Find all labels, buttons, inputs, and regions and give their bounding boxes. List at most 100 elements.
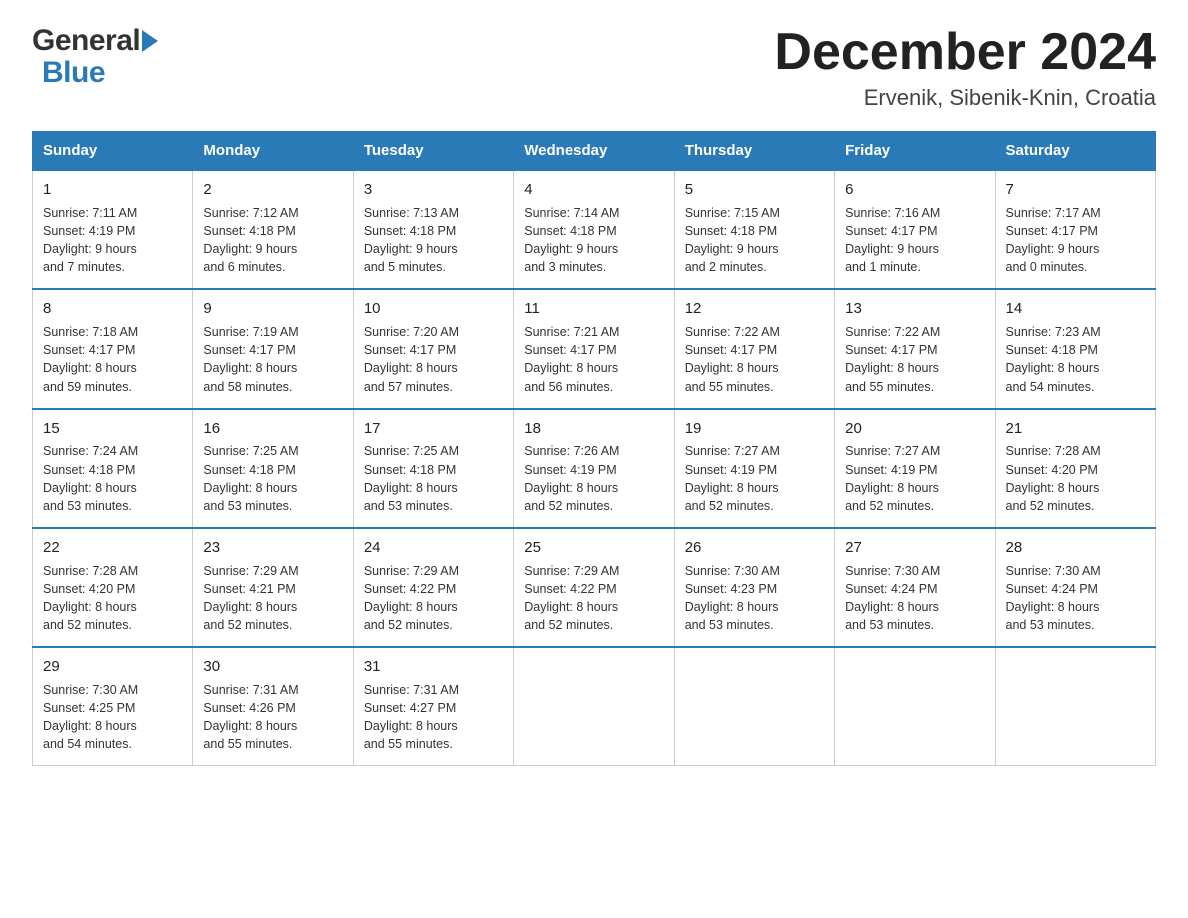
weekday-header-tuesday: Tuesday [353,132,513,171]
calendar-cell: 11 Sunrise: 7:21 AMSunset: 4:17 PMDayligh… [514,289,674,408]
day-info: Sunrise: 7:27 AMSunset: 4:19 PMDaylight:… [685,442,824,515]
day-info: Sunrise: 7:26 AMSunset: 4:19 PMDaylight:… [524,442,663,515]
calendar-cell: 8Sunrise: 7:18 AMSunset: 4:17 PMDaylight… [33,289,193,408]
day-info: Sunrise: 7:31 AMSunset: 4:26 PMDaylight:… [203,681,342,754]
calendar-cell: 20Sunrise: 7:27 AMSunset: 4:19 PMDayligh… [835,409,995,528]
weekday-header-sunday: Sunday [33,132,193,171]
day-info: Sunrise: 7:13 AMSunset: 4:18 PMDaylight:… [364,204,503,277]
day-number: 25 [524,537,663,559]
calendar-cell: 6 Sunrise: 7:16 AMSunset: 4:17 PMDaylight… [835,170,995,289]
calendar-cell: 19Sunrise: 7:27 AMSunset: 4:19 PMDayligh… [674,409,834,528]
calendar-cell: 22Sunrise: 7:28 AMSunset: 4:20 PMDayligh… [33,528,193,647]
day-number: 9 [203,298,342,320]
day-number: 22 [43,537,182,559]
day-number: 13 [845,298,984,320]
calendar-cell: 23 Sunrise: 7:29 AMSunset: 4:21 PMDayligh… [193,528,353,647]
day-number: 18 [524,418,663,440]
calendar-week-row-1: 1Sunrise: 7:11 AMSunset: 4:19 PMDaylight… [33,170,1156,289]
logo-blue-text: Blue [42,56,105,89]
day-number: 19 [685,418,824,440]
calendar-cell: 13 Sunrise: 7:22 AMSunset: 4:17 PMDayligh… [835,289,995,408]
calendar-cell: 14 Sunrise: 7:23 AMSunset: 4:18 PMDayligh… [995,289,1155,408]
calendar-table: SundayMondayTuesdayWednesdayThursdayFrid… [32,131,1156,766]
day-info: Sunrise: 7:24 AMSunset: 4:18 PMDaylight:… [43,442,182,515]
calendar-cell: 10Sunrise: 7:20 AMSunset: 4:17 PMDayligh… [353,289,513,408]
weekday-header-thursday: Thursday [674,132,834,171]
day-info: Sunrise: 7:22 AMSunset: 4:17 PMDaylight:… [685,323,824,396]
calendar-cell: 5 Sunrise: 7:15 AMSunset: 4:18 PMDaylight… [674,170,834,289]
day-info: Sunrise: 7:30 AMSunset: 4:23 PMDaylight:… [685,562,824,635]
day-number: 27 [845,537,984,559]
day-number: 7 [1006,179,1145,201]
day-number: 24 [364,537,503,559]
day-info: Sunrise: 7:28 AMSunset: 4:20 PMDaylight:… [1006,442,1145,515]
weekday-header-saturday: Saturday [995,132,1155,171]
day-info: Sunrise: 7:15 AMSunset: 4:18 PMDaylight:… [685,204,824,277]
calendar-week-row-4: 22Sunrise: 7:28 AMSunset: 4:20 PMDayligh… [33,528,1156,647]
day-number: 29 [43,656,182,678]
day-number: 31 [364,656,503,678]
day-number: 17 [364,418,503,440]
logo: General Blue [32,24,158,90]
calendar-location: Ervenik, Sibenik-Knin, Croatia [774,85,1156,111]
calendar-cell: 16Sunrise: 7:25 AMSunset: 4:18 PMDayligh… [193,409,353,528]
calendar-cell [995,647,1155,766]
day-info: Sunrise: 7:25 AMSunset: 4:18 PMDaylight:… [203,442,342,515]
calendar-cell [514,647,674,766]
calendar-cell: 17Sunrise: 7:25 AMSunset: 4:18 PMDayligh… [353,409,513,528]
page-header: General Blue December 2024 Ervenik, Sibe… [32,24,1156,111]
logo-general-text: General [32,24,140,58]
calendar-cell [674,647,834,766]
day-number: 1 [43,179,182,201]
day-info: Sunrise: 7:20 AMSunset: 4:17 PMDaylight:… [364,323,503,396]
day-info: Sunrise: 7:14 AMSunset: 4:18 PMDaylight:… [524,204,663,277]
calendar-week-row-3: 15Sunrise: 7:24 AMSunset: 4:18 PMDayligh… [33,409,1156,528]
calendar-cell: 30 Sunrise: 7:31 AMSunset: 4:26 PMDayligh… [193,647,353,766]
calendar-cell: 18Sunrise: 7:26 AMSunset: 4:19 PMDayligh… [514,409,674,528]
day-number: 30 [203,656,342,678]
weekday-header-row: SundayMondayTuesdayWednesdayThursdayFrid… [33,132,1156,171]
day-number: 4 [524,179,663,201]
calendar-cell: 26 Sunrise: 7:30 AMSunset: 4:23 PMDayligh… [674,528,834,647]
day-info: Sunrise: 7:16 AMSunset: 4:17 PMDaylight:… [845,204,984,277]
day-info: Sunrise: 7:17 AMSunset: 4:17 PMDaylight:… [1006,204,1145,277]
day-number: 21 [1006,418,1145,440]
day-number: 14 [1006,298,1145,320]
calendar-cell: 9 Sunrise: 7:19 AMSunset: 4:17 PMDaylight… [193,289,353,408]
calendar-cell [835,647,995,766]
day-info: Sunrise: 7:31 AMSunset: 4:27 PMDaylight:… [364,681,503,754]
calendar-cell: 4 Sunrise: 7:14 AMSunset: 4:18 PMDaylight… [514,170,674,289]
calendar-cell: 15Sunrise: 7:24 AMSunset: 4:18 PMDayligh… [33,409,193,528]
day-number: 6 [845,179,984,201]
calendar-cell: 29Sunrise: 7:30 AMSunset: 4:25 PMDayligh… [33,647,193,766]
day-info: Sunrise: 7:23 AMSunset: 4:18 PMDaylight:… [1006,323,1145,396]
calendar-cell: 24 Sunrise: 7:29 AMSunset: 4:22 PMDayligh… [353,528,513,647]
day-number: 23 [203,537,342,559]
weekday-header-friday: Friday [835,132,995,171]
calendar-week-row-5: 29Sunrise: 7:30 AMSunset: 4:25 PMDayligh… [33,647,1156,766]
day-number: 5 [685,179,824,201]
weekday-header-wednesday: Wednesday [514,132,674,171]
day-info: Sunrise: 7:29 AMSunset: 4:22 PMDaylight:… [364,562,503,635]
day-info: Sunrise: 7:25 AMSunset: 4:18 PMDaylight:… [364,442,503,515]
day-info: Sunrise: 7:27 AMSunset: 4:19 PMDaylight:… [845,442,984,515]
day-number: 11 [524,298,663,320]
day-number: 2 [203,179,342,201]
calendar-cell: 3 Sunrise: 7:13 AMSunset: 4:18 PMDaylight… [353,170,513,289]
calendar-week-row-2: 8Sunrise: 7:18 AMSunset: 4:17 PMDaylight… [33,289,1156,408]
day-number: 3 [364,179,503,201]
calendar-cell: 31 Sunrise: 7:31 AMSunset: 4:27 PMDayligh… [353,647,513,766]
day-info: Sunrise: 7:29 AMSunset: 4:21 PMDaylight:… [203,562,342,635]
calendar-title: December 2024 [774,24,1156,81]
weekday-header-monday: Monday [193,132,353,171]
day-info: Sunrise: 7:21 AMSunset: 4:17 PMDaylight:… [524,323,663,396]
day-number: 26 [685,537,824,559]
calendar-cell: 21Sunrise: 7:28 AMSunset: 4:20 PMDayligh… [995,409,1155,528]
day-number: 12 [685,298,824,320]
title-block: December 2024 Ervenik, Sibenik-Knin, Cro… [774,24,1156,111]
day-number: 28 [1006,537,1145,559]
day-info: Sunrise: 7:19 AMSunset: 4:17 PMDaylight:… [203,323,342,396]
calendar-cell: 2 Sunrise: 7:12 AMSunset: 4:18 PMDaylight… [193,170,353,289]
day-info: Sunrise: 7:12 AMSunset: 4:18 PMDaylight:… [203,204,342,277]
day-info: Sunrise: 7:22 AMSunset: 4:17 PMDaylight:… [845,323,984,396]
